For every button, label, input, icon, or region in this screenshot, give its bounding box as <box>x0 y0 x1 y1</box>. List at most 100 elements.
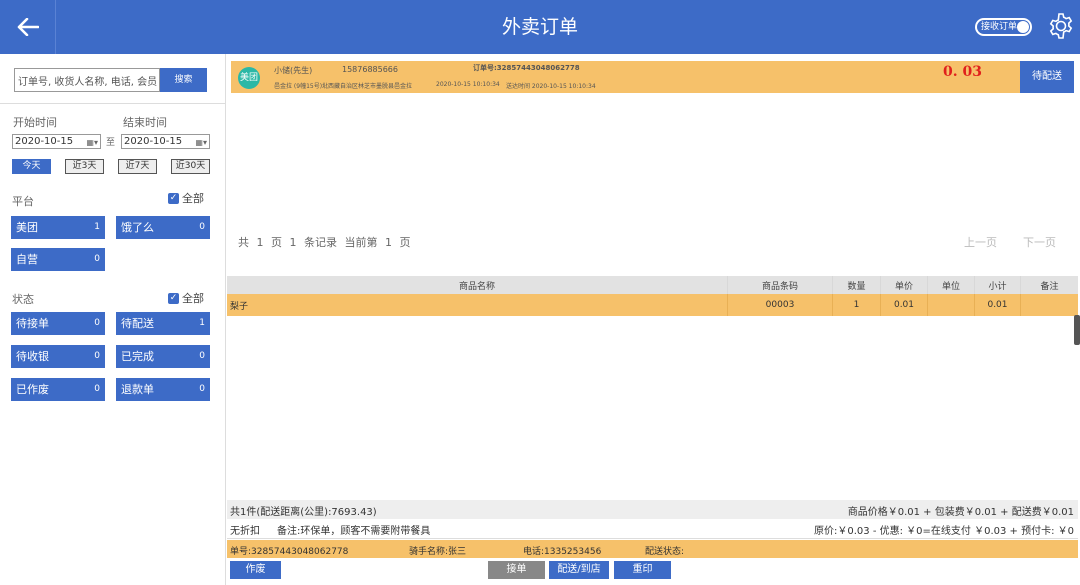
tile-label: 已作废 <box>16 383 49 396</box>
tile-count: 0 <box>199 351 205 361</box>
col-header-name: 商品名称 <box>227 276 728 294</box>
platform-meituan[interactable]: 美团 1 <box>11 216 105 239</box>
status-completed[interactable]: 已完成 0 <box>116 345 210 368</box>
receive-orders-toggle[interactable]: 接收订单 <box>975 18 1032 36</box>
filter-sidebar: 订单号, 收货人名称, 电话, 会员 搜索 开始时间 结束时间 2020-10-… <box>0 54 226 585</box>
col-header-unit: 单位 <box>928 276 975 294</box>
cell-barcode: 00003 <box>728 294 833 316</box>
cell-subtotal: 0.01 <box>975 294 1021 316</box>
pager-summary: 共 1 页 1 条记录 当前第 1 页 <box>238 236 411 249</box>
start-date-picker[interactable]: 2020-10-15 ▦▾ <box>12 134 101 149</box>
side-scroll-handle[interactable] <box>1074 315 1080 345</box>
tile-count: 0 <box>199 222 205 232</box>
divider <box>0 103 226 104</box>
accept-button[interactable]: 接单 <box>488 561 545 579</box>
price-breakdown: 商品价格￥0.01 + 包装费￥0.01 + 配送费￥0.01 <box>847 507 1074 518</box>
delivery-info-bar: 单号:32857443048062778 骑手名称:张三 电话:13352534… <box>227 540 1078 558</box>
range-30days-button[interactable]: 近30天 <box>171 159 210 174</box>
platform-self[interactable]: 自营 0 <box>11 248 105 271</box>
meituan-badge: 美团 <box>238 67 260 89</box>
to-label: 至 <box>106 138 116 148</box>
search-input[interactable]: 订单号, 收货人名称, 电话, 会员 <box>14 68 160 92</box>
next-page-link[interactable]: 下一页 <box>1023 234 1056 250</box>
status-pending-cashier[interactable]: 待收银 0 <box>11 345 105 368</box>
cell-name: 梨子 <box>227 294 728 316</box>
start-date-value: 2020-10-15 <box>15 136 74 147</box>
range-7days-button[interactable]: 近7天 <box>118 159 157 174</box>
gear-icon[interactable] <box>1046 11 1076 41</box>
tile-count: 0 <box>94 318 100 328</box>
tile-label: 退款单 <box>121 383 154 396</box>
info-order-number: 单号:32857443048062778 <box>230 547 349 557</box>
tile-count: 0 <box>94 254 100 264</box>
start-time-label: 开始时间 <box>13 116 57 129</box>
search-button[interactable]: 搜索 <box>160 68 207 92</box>
end-date-value: 2020-10-15 <box>124 136 183 147</box>
payment-breakdown: 原价:￥0.03 - 优惠: ￥0=在线支付 ￥0.03 + 预付卡: ￥0 <box>814 526 1074 537</box>
tile-label: 待配送 <box>121 317 154 330</box>
checkbox-checked-icon: ✓ <box>168 292 179 304</box>
range-today-button[interactable]: 今天 <box>12 159 51 174</box>
status-all-checkbox[interactable]: ✓ 全部 <box>168 290 204 306</box>
discount-text: 无折扣 <box>230 526 260 537</box>
reprint-button[interactable]: 重印 <box>614 561 671 579</box>
status-pending-delivery[interactable]: 待配送 1 <box>116 312 210 335</box>
tile-count: 1 <box>199 318 205 328</box>
order-status-button[interactable]: 待配送 <box>1020 61 1074 93</box>
toggle-knob <box>1017 21 1029 33</box>
status-label: 状态 <box>12 293 34 306</box>
tile-count: 0 <box>199 384 205 394</box>
order-card[interactable]: 美团 小储(先生) 15876885666 订单号:32857443048062… <box>231 61 1074 93</box>
info-rider-name: 骑手名称:张三 <box>409 547 467 557</box>
tile-label: 待接单 <box>16 317 49 330</box>
table-row[interactable]: 梨子 00003 1 0.01 0.01 <box>227 294 1078 316</box>
items-table-header: 商品名称 商品条码 数量 单价 单位 小计 备注 <box>227 276 1078 294</box>
order-amount: 0. 03 <box>943 64 982 80</box>
top-bar: 外卖订单 接收订单 <box>0 0 1080 54</box>
order-number: 订单号:32857443048062778 <box>473 64 580 72</box>
col-header-qty: 数量 <box>833 276 881 294</box>
end-time-label: 结束时间 <box>123 116 167 129</box>
tile-label: 饿了么 <box>121 221 154 234</box>
cell-price: 0.01 <box>881 294 928 316</box>
tile-count: 1 <box>94 222 100 232</box>
tile-label: 美团 <box>16 221 38 234</box>
back-arrow-icon <box>17 18 39 36</box>
platform-all-label: 全部 <box>182 192 204 205</box>
prev-page-link[interactable]: 上一页 <box>964 234 997 250</box>
void-button[interactable]: 作废 <box>230 561 281 579</box>
end-date-picker[interactable]: 2020-10-15 ▦▾ <box>121 134 210 149</box>
status-all-label: 全部 <box>182 292 204 305</box>
tile-label: 已完成 <box>121 350 154 363</box>
order-time: 2020-10-15 10:10:34 <box>436 81 500 88</box>
tile-count: 0 <box>94 384 100 394</box>
customer-phone: 15876885666 <box>342 65 398 74</box>
range-3days-button[interactable]: 近3天 <box>65 159 104 174</box>
platform-label: 平台 <box>12 195 34 208</box>
deliver-button[interactable]: 配送/到店 <box>549 561 609 579</box>
summary-row-2: 无折扣 备注:环保单，顾客不需要附带餐具 原价:￥0.03 - 优惠: ￥0=在… <box>227 519 1078 539</box>
summary-row-1: 共1件(配送距离(公里):7693.43) 商品价格￥0.01 + 包装费￥0.… <box>227 500 1078 519</box>
calendar-icon: ▦▾ <box>86 138 98 147</box>
delivery-address: 邑金拉 (9幢15号)㘩西藏自治区林芝市墨脱县邑金拉 <box>274 83 413 90</box>
tile-label: 待收银 <box>16 350 49 363</box>
status-voided[interactable]: 已作废 0 <box>11 378 105 401</box>
customer-name: 小储(先生) <box>274 66 313 75</box>
checkbox-checked-icon: ✓ <box>168 192 179 204</box>
col-header-subtotal: 小计 <box>975 276 1021 294</box>
col-header-price: 单价 <box>881 276 928 294</box>
order-note: 备注:环保单，顾客不需要附带餐具 <box>277 526 431 537</box>
item-count-distance: 共1件(配送距离(公里):7693.43) <box>230 507 377 518</box>
status-pending-accept[interactable]: 待接单 0 <box>11 312 105 335</box>
platform-eleme[interactable]: 饿了么 0 <box>116 216 210 239</box>
col-header-remark: 备注 <box>1040 281 1059 292</box>
back-button[interactable] <box>0 0 56 54</box>
tile-label: 自营 <box>16 253 38 266</box>
info-rider-phone: 电话:1335253456 <box>523 547 602 557</box>
platform-all-checkbox[interactable]: ✓ 全部 <box>168 190 204 206</box>
status-refund[interactable]: 退款单 0 <box>116 378 210 401</box>
col-header-barcode: 商品条码 <box>728 276 833 294</box>
cell-unit <box>928 294 975 316</box>
page-title: 外卖订单 <box>501 16 578 38</box>
cell-remark <box>1021 294 1078 316</box>
